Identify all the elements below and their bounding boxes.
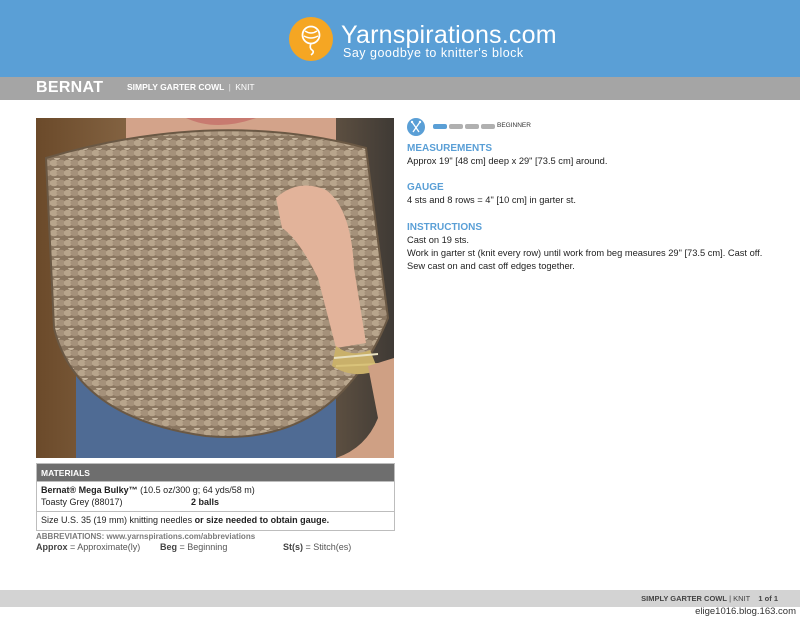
yarn-quantity: 2 balls — [191, 496, 220, 507]
pattern-header-bar: BERNAT SIMPLY GARTER COWL | KNIT — [0, 77, 800, 100]
yarn-detail: (10.5 oz/300 g; 64 yds/58 m) — [140, 485, 255, 495]
page-number: 1 of 1 — [758, 594, 778, 603]
footer-craft: KNIT — [733, 594, 751, 603]
abbreviation-item: Approx = Approximate(ly) — [36, 542, 140, 552]
yarn-color: Toasty Grey (88017) — [41, 496, 123, 507]
needles-text: Size U.S. 35 (19 mm) knitting needles — [41, 515, 193, 525]
skill-level-bar — [481, 124, 495, 129]
brand-tagline: Say goodbye to knitter's block — [343, 46, 524, 60]
materials-yarn-row: Bernat® Mega Bulky™ (10.5 oz/300 g; 64 y… — [37, 481, 394, 511]
gauge-heading: GAUGE — [407, 182, 444, 193]
materials-needles-row: Size U.S. 35 (19 mm) knitting needles or… — [37, 511, 394, 530]
abbreviation-meaning: = Stitch(es) — [305, 542, 352, 552]
footer-pattern-name: SIMPLY GARTER COWL — [641, 594, 727, 603]
instruction-line: Sew cast on and cast off edges together. — [407, 261, 575, 271]
pattern-header-title: SIMPLY GARTER COWL | KNIT — [127, 82, 255, 92]
skill-level-bar — [465, 124, 479, 129]
abbreviation-term: St(s) — [283, 542, 303, 552]
needles-note: or size needed to obtain gauge. — [194, 515, 330, 525]
instruction-line: Work in garter st (knit every row) until… — [407, 248, 763, 258]
skill-level-bar — [433, 124, 447, 129]
yarn-ball-icon[interactable] — [289, 17, 333, 61]
abbreviation-item: St(s) = Stitch(es) — [283, 542, 351, 552]
skill-level-label: BEGINNER — [497, 122, 531, 129]
abbreviations-link[interactable]: ABBREVIATIONS: www.yarnspirations.com/ab… — [36, 532, 255, 541]
instruction-line: Cast on 19 sts. — [407, 235, 470, 245]
pattern-name: SIMPLY GARTER COWL — [127, 82, 225, 92]
instructions-heading: INSTRUCTIONS — [407, 222, 482, 233]
knitting-needles-icon — [407, 118, 425, 136]
top-banner: Yarnspirations.com Say goodbye to knitte… — [0, 0, 800, 77]
craft-type: KNIT — [235, 82, 255, 92]
footer-bar: SIMPLY GARTER COWL | KNIT 1 of 1 — [0, 590, 800, 607]
bernat-logo: BERNAT — [36, 79, 104, 96]
yarn-name: Bernat® Mega Bulky™ — [41, 485, 138, 495]
measurements-text: Approx 19" [48 cm] deep x 29" [73.5 cm] … — [407, 156, 608, 166]
abbreviation-term: Approx — [36, 542, 68, 552]
measurements-heading: MEASUREMENTS — [407, 143, 493, 154]
abbreviation-term: Beg — [160, 542, 178, 552]
separator: | — [228, 82, 231, 92]
skill-level: BEGINNER — [407, 118, 547, 136]
abbreviation-meaning: = Approximate(ly) — [70, 542, 141, 552]
watermark: elige1016.blog.163.com — [695, 606, 796, 617]
abbreviation-meaning: = Beginning — [179, 542, 228, 552]
abbreviation-item: Beg = Beginning — [160, 542, 227, 552]
skill-level-bar — [449, 124, 463, 129]
cowl-photo — [36, 118, 394, 458]
gauge-text: 4 sts and 8 rows = 4" [10 cm] in garter … — [407, 195, 576, 205]
footer-separator: | — [729, 594, 732, 603]
materials-table: MATERIALS Bernat® Mega Bulky™ (10.5 oz/3… — [36, 463, 395, 531]
materials-title: MATERIALS — [37, 464, 394, 481]
footer-text: SIMPLY GARTER COWL | KNIT 1 of 1 — [641, 594, 778, 603]
